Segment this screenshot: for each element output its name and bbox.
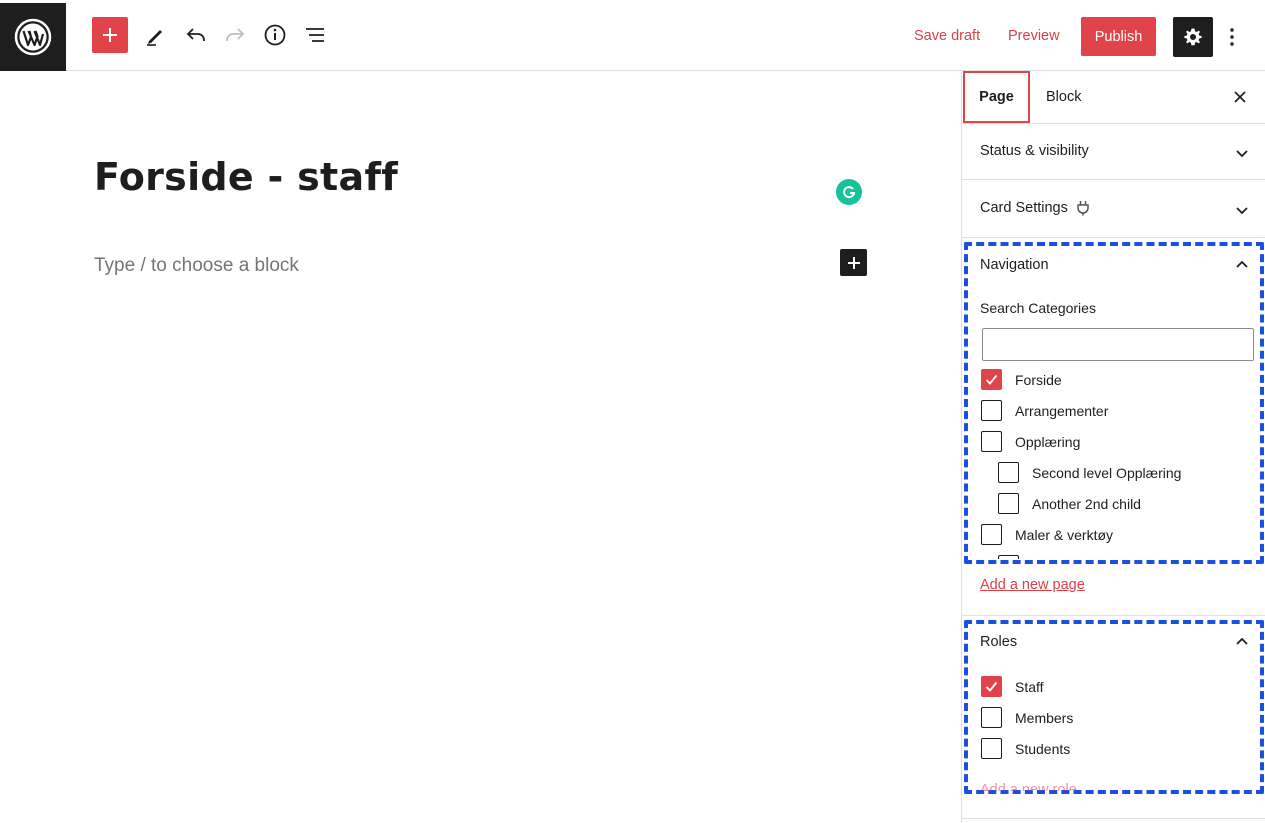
category-item-maler-verktoy[interactable]: Maler & verktøy [981,524,1113,545]
undo-button[interactable] [178,17,214,53]
checkbox-checked[interactable] [981,369,1002,390]
checkbox[interactable] [981,431,1002,452]
category-label: Another 2nd child [1032,495,1141,512]
role-item-students[interactable]: Students [981,738,1070,759]
page-title[interactable]: Forside - staff [94,155,398,199]
plug-icon [1077,201,1089,216]
list-view-button[interactable] [297,17,333,53]
redo-icon [226,28,245,41]
panel-title: Card Settings [980,200,1090,216]
category-item-opplaering[interactable]: Opplæring [981,431,1080,452]
pencil-icon [147,30,162,46]
add-block-button[interactable] [92,17,128,53]
chevron-up-icon[interactable] [1234,257,1250,273]
info-icon [264,24,286,46]
tab-page[interactable]: Page [963,71,1030,123]
panel-title[interactable]: Roles [980,634,1017,650]
divider [962,818,1265,819]
category-label: Arrangementer [1015,402,1109,419]
panel-title: Status & visibility [980,143,1089,159]
list-view-icon [306,28,324,42]
wordpress-logo-icon[interactable] [0,3,66,71]
inline-add-block-button[interactable] [840,249,867,276]
more-options-button[interactable] [1220,17,1244,57]
plus-icon [847,256,860,269]
plus-icon [103,28,117,42]
save-draft-button[interactable]: Save draft [904,20,990,52]
undo-icon [186,28,205,41]
role-item-members[interactable]: Members [981,707,1073,728]
category-label: Forside [1015,371,1062,388]
category-item-forside[interactable]: Forside [981,369,1062,390]
search-categories-input[interactable] [982,328,1254,361]
category-item-another-2nd-child[interactable]: Another 2nd child [998,493,1141,514]
redo-button[interactable] [217,17,253,53]
tools-button[interactable] [137,17,173,53]
panel-title-text: Card Settings [980,200,1068,216]
publish-button[interactable]: Publish [1081,17,1156,56]
chevron-down-icon [1236,207,1248,215]
role-label: Students [1015,740,1071,757]
checkbox[interactable] [998,555,1019,559]
details-button[interactable] [257,17,293,53]
checkbox[interactable] [981,524,1002,545]
checkbox[interactable] [981,707,1002,728]
sidebar-tabs: Page Block [962,71,1265,124]
role-label: Members [1015,709,1074,726]
panel-title[interactable]: Navigation [980,257,1049,273]
more-vertical-icon [1230,28,1234,46]
checkbox[interactable] [998,493,1019,514]
category-label: Second level Opplæring [1032,464,1182,481]
block-placeholder[interactable]: Type / to choose a block [94,255,299,277]
search-categories-label: Search Categories [980,300,1096,316]
role-item-staff[interactable]: Staff [981,676,1044,697]
close-icon [1234,91,1246,103]
settings-sidebar: Page Block Status & visibility Card Sett… [961,71,1265,823]
category-list: Forside Arrangementer Opplæring Second l… [962,369,1262,559]
checkmark-icon [985,681,998,692]
status-visibility-panel[interactable]: Status & visibility [962,124,1265,180]
card-settings-panel[interactable]: Card Settings [962,180,1265,238]
role-label: Staff [1015,678,1044,695]
settings-button[interactable] [1173,17,1213,57]
checkbox-checked[interactable] [981,676,1002,697]
add-new-role-link[interactable]: Add a new role [980,782,1077,791]
category-item-second-level-opplaering[interactable]: Second level Opplæring [998,462,1181,483]
checkbox[interactable] [981,738,1002,759]
tab-block[interactable]: Block [1046,71,1081,123]
category-label: Maler & verktøy [1015,526,1114,543]
category-item-arrangementer[interactable]: Arrangementer [981,400,1108,421]
category-item-partial[interactable] [998,555,1019,559]
checkbox[interactable] [981,400,1002,421]
category-label: Opplæring [1015,433,1081,450]
gear-icon [1184,28,1202,46]
add-new-page-link[interactable]: Add a new page [980,577,1085,593]
chevron-up-icon[interactable] [1234,634,1250,650]
checkbox[interactable] [998,462,1019,483]
navigation-panel: Navigation Search Categories Forside Arr… [962,238,1265,616]
grammarly-icon[interactable] [836,179,862,205]
checkmark-icon [985,374,998,385]
editor-canvas[interactable]: Forside - staff Type / to choose a block [0,71,961,823]
chevron-down-icon [1236,150,1248,158]
roles-panel: Roles Staff Members Students Add a new r… [962,616,1265,823]
close-sidebar-button[interactable] [1228,85,1252,109]
preview-button[interactable]: Preview [998,20,1070,52]
